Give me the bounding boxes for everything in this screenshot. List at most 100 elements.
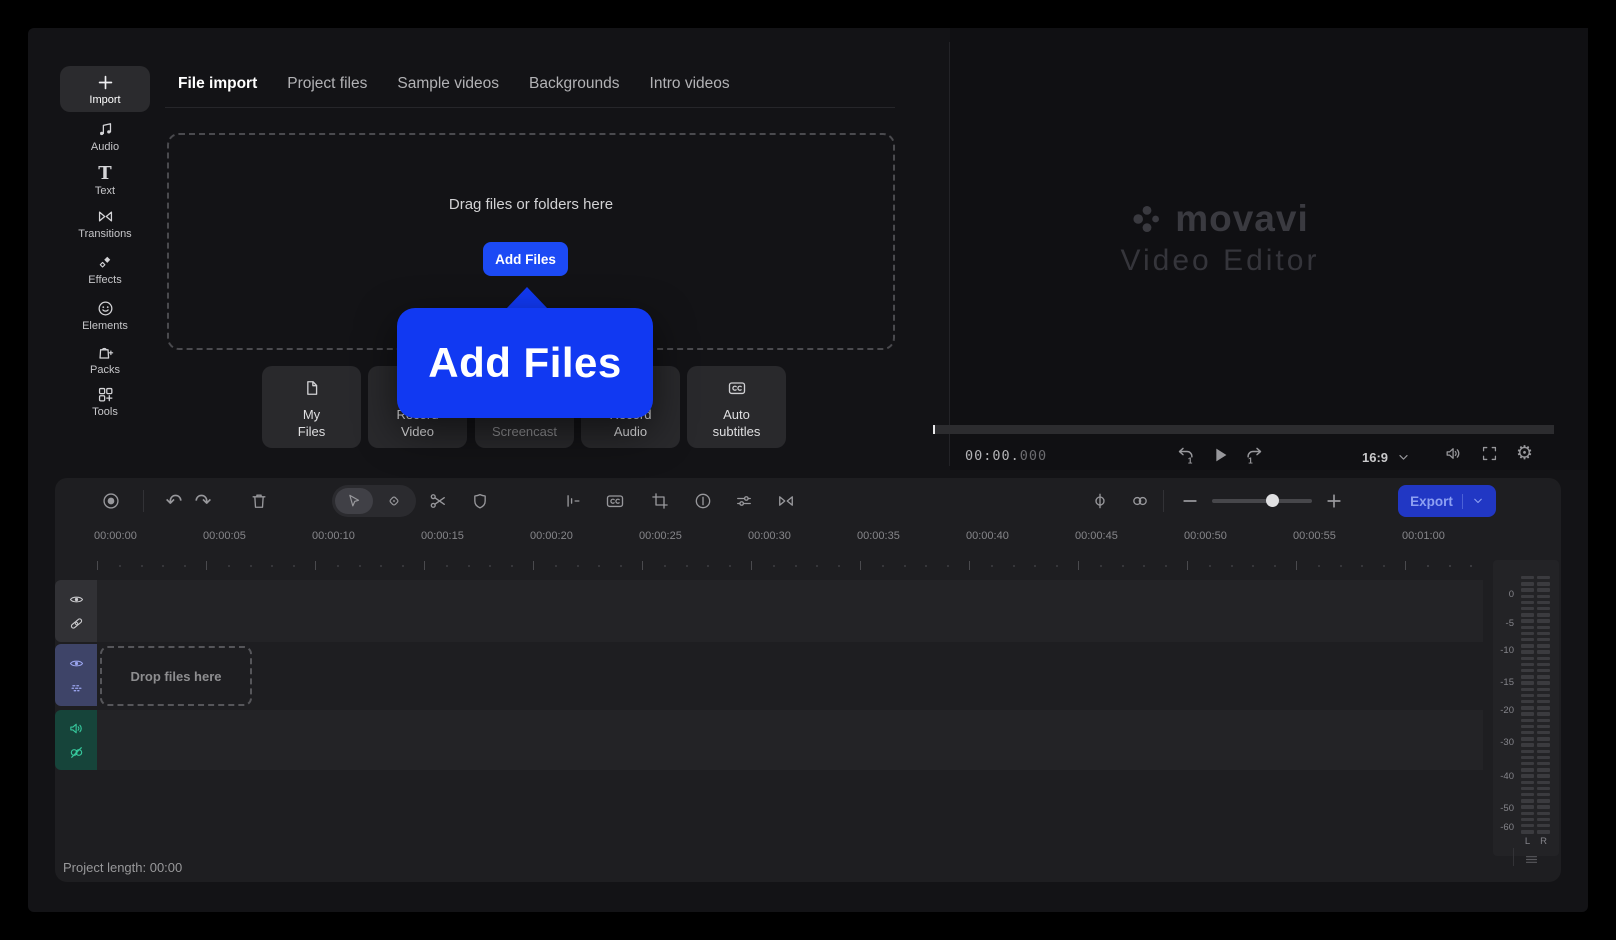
- zoom-out-button[interactable]: [1176, 487, 1204, 515]
- subtitles-button[interactable]: [601, 487, 629, 515]
- timeline-zoom-slider[interactable]: [1212, 499, 1312, 503]
- split-icon: [1090, 491, 1110, 511]
- tab-project-files[interactable]: Project files: [287, 75, 367, 93]
- ruler-tick: [1405, 561, 1406, 570]
- auto-subtitles-button[interactable]: Auto subtitles: [687, 366, 786, 448]
- tab-file-import[interactable]: File import: [178, 75, 257, 93]
- tab-intro-videos[interactable]: Intro videos: [650, 75, 730, 93]
- sidebar-item-packs[interactable]: Packs: [60, 336, 150, 382]
- audio-levels-button[interactable]: [558, 487, 586, 515]
- meter-scale-label: -40: [1500, 771, 1514, 782]
- preview-utility-controls: ⚙: [1444, 444, 1548, 463]
- sidebar-item-transitions[interactable]: Transitions: [60, 200, 150, 246]
- my-files-button[interactable]: My Files: [262, 366, 361, 448]
- unlink-icon[interactable]: [68, 744, 85, 761]
- ruler-label: 00:00:35: [857, 530, 900, 542]
- sidebar-item-label: Effects: [88, 273, 122, 286]
- meter-segment: [1521, 600, 1534, 605]
- ruler-tick-dot: [140, 565, 143, 567]
- zoom-in-button[interactable]: [1320, 487, 1348, 515]
- add-files-button[interactable]: Add Files: [483, 242, 568, 276]
- ruler-tick-dot: [881, 565, 884, 567]
- record-button[interactable]: [97, 487, 125, 515]
- tab-sample-videos[interactable]: Sample videos: [397, 75, 499, 93]
- file-icon: [262, 378, 361, 398]
- tab-backgrounds[interactable]: Backgrounds: [529, 75, 619, 93]
- split-button[interactable]: [1086, 487, 1114, 515]
- fullscreen-icon[interactable]: [1480, 444, 1499, 463]
- transition-button[interactable]: [772, 487, 800, 515]
- meter-segment: [1537, 774, 1550, 778]
- sidebar-item-effects[interactable]: Effects: [60, 246, 150, 292]
- track-dropzone[interactable]: Drop files here: [100, 646, 252, 706]
- ruler-tick: [97, 561, 98, 570]
- meter-segment: [1521, 625, 1534, 629]
- volume-icon[interactable]: [1444, 444, 1463, 463]
- meter-segment: [1521, 594, 1534, 598]
- ruler-tick-dot: [576, 565, 579, 567]
- trash-button[interactable]: [245, 487, 273, 515]
- track-height-icon[interactable]: [1523, 851, 1540, 868]
- filters-button[interactable]: [730, 487, 758, 515]
- redo-button[interactable]: ↷: [189, 487, 217, 515]
- play-icon[interactable]: [1209, 444, 1231, 466]
- meter-segment: [1521, 774, 1534, 778]
- meter-segment: [1537, 594, 1550, 598]
- settings-icon[interactable]: ⚙: [1516, 444, 1533, 463]
- sidebar-item-tools[interactable]: Tools: [60, 378, 150, 424]
- link-button[interactable]: [1126, 487, 1154, 515]
- ruler-tick-dot: [794, 565, 797, 567]
- transition-icon: [776, 491, 796, 511]
- meter-segment: [1537, 582, 1550, 586]
- cut-button[interactable]: [424, 487, 452, 515]
- eye-icon[interactable]: [68, 655, 85, 672]
- step-back-icon[interactable]: 1: [1174, 444, 1196, 466]
- app-window: Import Audio T Text Transitions Effects Elemen…: [0, 0, 1616, 940]
- meter-segment: [1537, 588, 1550, 592]
- volume-icon[interactable]: [68, 720, 85, 737]
- ruler-tick: [1078, 561, 1079, 570]
- project-length: Project length: 00:00: [63, 860, 183, 875]
- sidebar-item-elements[interactable]: Elements: [60, 292, 150, 338]
- meter-segment: [1521, 805, 1534, 809]
- meter-segment: [1521, 638, 1534, 642]
- timeline-zoom-knob[interactable]: [1266, 494, 1279, 507]
- meter-segment: [1537, 824, 1550, 828]
- meter-channel-label: R: [1540, 836, 1547, 847]
- crop-button[interactable]: [646, 487, 674, 515]
- eye-icon[interactable]: [68, 591, 85, 608]
- meter-segment: [1537, 662, 1550, 667]
- seek-bar[interactable]: [933, 425, 1554, 434]
- sidebar-item-text[interactable]: T Text: [60, 158, 150, 204]
- marker-tool-button[interactable]: [375, 488, 413, 514]
- aspect-ratio-select[interactable]: 16:9: [1362, 446, 1410, 468]
- playhead[interactable]: [933, 425, 935, 434]
- undo-button[interactable]: ↶: [160, 487, 188, 515]
- sidebar-item-import[interactable]: Import: [60, 66, 150, 112]
- sidebar-item-audio[interactable]: Audio: [60, 113, 150, 159]
- mask-button[interactable]: [466, 487, 494, 515]
- ruler-tick: [969, 561, 970, 570]
- music-note-icon: [96, 120, 115, 139]
- motion-icon[interactable]: [68, 679, 85, 696]
- ruler-label: 00:00:10: [312, 530, 355, 542]
- meter-segment: [1537, 656, 1550, 660]
- meter-segment: [1521, 743, 1534, 747]
- meter-segment: [1521, 786, 1534, 791]
- toolbar-divider: [143, 490, 144, 512]
- watermark-subtitle: Video Editor: [1120, 244, 1320, 277]
- chain-icon[interactable]: [68, 615, 85, 632]
- movavi-logo-icon: [1131, 203, 1163, 235]
- meter-segment: [1521, 613, 1534, 617]
- meter-segment: [1537, 712, 1550, 716]
- export-button[interactable]: Export: [1398, 485, 1496, 517]
- step-forward-icon[interactable]: 1: [1244, 444, 1266, 466]
- filters-icon: [734, 491, 754, 511]
- transport-controls: 11: [1160, 444, 1280, 466]
- pointer-tool-button[interactable]: [335, 488, 373, 514]
- preview-watermark: movavi Video Editor: [950, 198, 1490, 278]
- ruler-tick: [206, 561, 207, 570]
- card-label: Screencast: [491, 424, 558, 439]
- speed-button[interactable]: [689, 487, 717, 515]
- ruler-tick-dot: [772, 565, 775, 567]
